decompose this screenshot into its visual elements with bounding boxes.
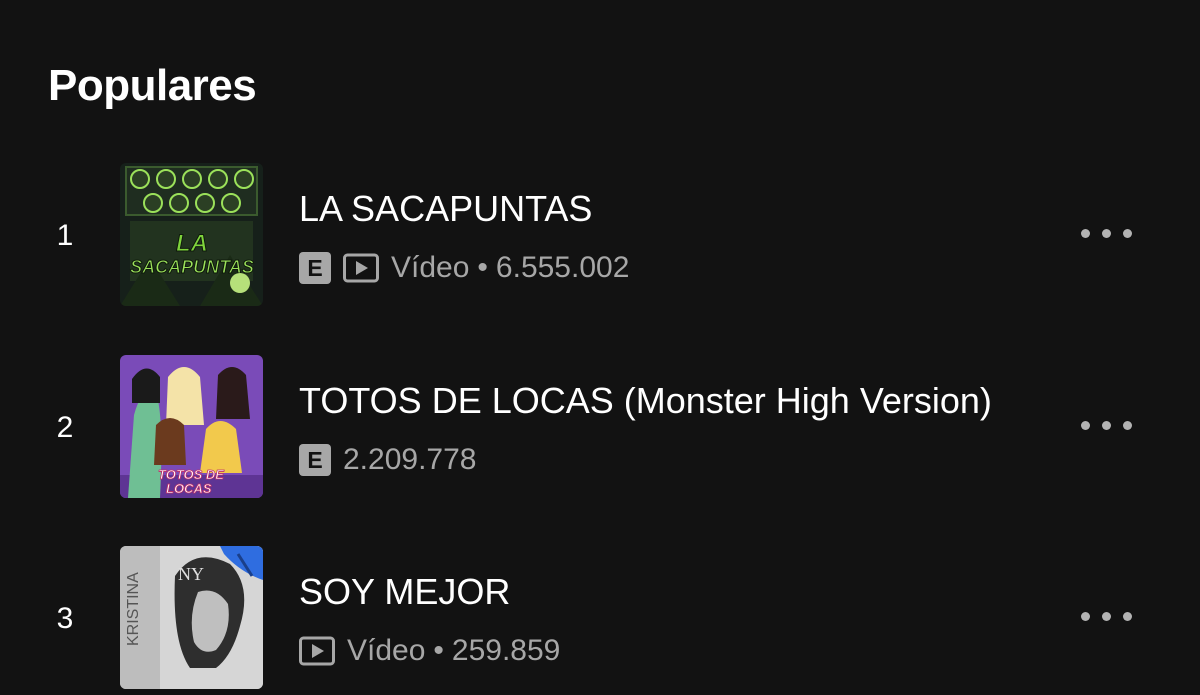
more-options-icon: [1080, 420, 1090, 430]
meta-separator: •: [433, 634, 444, 667]
play-count: 2.209.778: [343, 443, 477, 476]
play-count: 6.555.002: [495, 251, 630, 284]
album-cover[interactable]: TOTOS DE LOCAS: [120, 355, 263, 498]
cover-art-soy-mejor: KRISTINA NY: [120, 546, 263, 689]
svg-text:KRISTINA: KRISTINA: [125, 572, 142, 646]
video-icon: [343, 252, 379, 284]
section-title: Populares: [48, 61, 257, 110]
cover-text: LA: [176, 230, 208, 257]
track-row[interactable]: 1 LA SACAPUNTAS LA SACAPUNTAS E Vídeo • …: [0, 160, 1200, 310]
track-title[interactable]: LA SACAPUNTAS: [299, 186, 592, 232]
meta-separator: •: [477, 251, 488, 284]
track-title[interactable]: SOY MEJOR: [299, 569, 510, 615]
track-index: 2: [56, 411, 74, 444]
track-title[interactable]: TOTOS DE LOCAS (Monster High Version): [299, 378, 992, 424]
track-index: 1: [56, 219, 74, 252]
play-count: 259.859: [451, 634, 561, 667]
more-options-dot: [1122, 420, 1132, 430]
more-options-dot: [1122, 228, 1132, 238]
svg-text:TOTOS DE: TOTOS DE: [158, 467, 224, 482]
more-options-dot: [1122, 611, 1132, 621]
video-icon: [299, 635, 335, 667]
more-options-button[interactable]: [1068, 402, 1144, 448]
more-options-icon: [1080, 228, 1090, 238]
video-label: Vídeo: [347, 634, 426, 667]
more-options-dot: [1101, 611, 1111, 621]
track-meta: E 2.209.778: [299, 440, 476, 480]
cover-art-totos-de-locas: TOTOS DE LOCAS: [120, 355, 263, 498]
video-label: Vídeo: [391, 251, 470, 284]
explicit-badge: E: [299, 444, 331, 476]
svg-text:SACAPUNTAS: SACAPUNTAS: [130, 257, 254, 277]
more-options-button[interactable]: [1068, 593, 1144, 639]
album-cover[interactable]: LA SACAPUNTAS: [120, 163, 263, 306]
more-options-dot: [1101, 228, 1111, 238]
more-options-icon: [1080, 611, 1090, 621]
album-cover[interactable]: KRISTINA NY: [120, 546, 263, 689]
more-options-dot: [1101, 420, 1111, 430]
track-row[interactable]: 2 TOTOS DE LOCAS TOTOS DE LOCAS (Monster…: [0, 352, 1200, 502]
track-index: 3: [56, 602, 74, 635]
track-meta: E Vídeo • 6.555.002: [299, 248, 629, 288]
svg-text:LOCAS: LOCAS: [166, 481, 212, 496]
explicit-badge: E: [299, 252, 331, 284]
track-meta: Vídeo • 259.859: [299, 631, 560, 671]
cover-art-la-sacapuntas: LA SACAPUNTAS: [120, 163, 263, 306]
more-options-button[interactable]: [1068, 210, 1144, 256]
track-row[interactable]: 3 KRISTINA NY SOY MEJOR Vídeo • 259.859: [0, 543, 1200, 693]
svg-text:NY: NY: [178, 564, 204, 584]
